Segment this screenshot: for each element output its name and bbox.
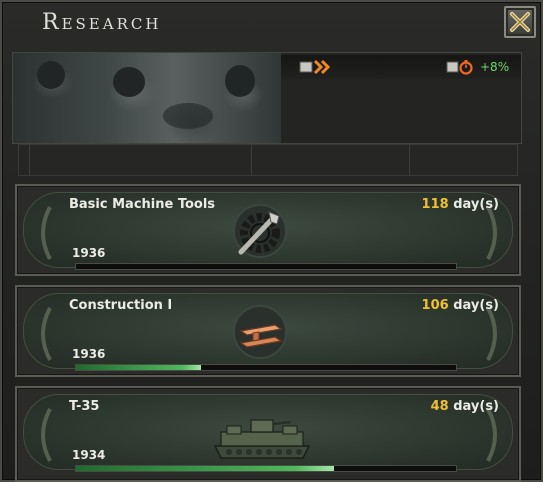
tech-year: 1936 xyxy=(72,246,106,260)
tech-days-remaining: 48 day(s) xyxy=(431,399,499,414)
days-number: 106 xyxy=(421,298,449,313)
tech-year: 1934 xyxy=(72,448,106,462)
research-banner-footer xyxy=(18,144,518,176)
research-bonus-value: +8% xyxy=(480,60,510,74)
tech-name: T-35 xyxy=(69,399,100,414)
research-banner: +8% xyxy=(12,52,522,144)
research-progress-bar xyxy=(75,465,457,472)
tech-name: Basic Machine Tools xyxy=(69,197,216,212)
tech-name: Construction I xyxy=(69,298,173,313)
laurel-icon xyxy=(486,206,497,260)
days-number: 118 xyxy=(421,197,449,212)
laurel-icon xyxy=(41,307,52,361)
research-progress-fill xyxy=(76,365,202,370)
days-unit: day(s) xyxy=(453,197,499,212)
research-window: Research +8% Basic Machine Tools 118 day… xyxy=(0,0,543,482)
research-banner-image xyxy=(13,53,281,143)
research-slot[interactable]: T-35 48 day(s) 1934 xyxy=(15,386,521,482)
research-progress-bar xyxy=(75,364,457,371)
laurel-icon xyxy=(486,408,497,462)
laurel-icon xyxy=(41,408,52,462)
research-bonus-indicator[interactable]: +8% xyxy=(446,59,509,75)
research-status-bar: +8% xyxy=(281,55,521,79)
tech-days-remaining: 118 day(s) xyxy=(422,197,499,212)
close-button[interactable] xyxy=(504,6,536,38)
days-unit: day(s) xyxy=(453,298,499,313)
tech-days-remaining: 106 day(s) xyxy=(422,298,499,313)
research-speed-arrows-icon xyxy=(299,59,331,75)
laurel-icon xyxy=(486,307,497,361)
close-icon xyxy=(510,12,530,32)
research-bonus-timer-icon xyxy=(446,60,473,75)
research-slot[interactable]: Construction I 106 day(s) 1936 xyxy=(15,285,521,377)
days-unit: day(s) xyxy=(453,399,499,414)
research-progress-fill xyxy=(76,466,335,471)
days-number: 48 xyxy=(430,399,449,414)
window-title: Research xyxy=(42,10,162,35)
machine-tools-wrench-gear-icon xyxy=(233,204,287,258)
t35-tank-icon xyxy=(213,419,311,459)
construction-girder-icon xyxy=(233,305,287,359)
title-bar: Research xyxy=(2,2,541,48)
research-slot[interactable]: Basic Machine Tools 118 day(s) 1936 xyxy=(15,184,521,276)
laurel-icon xyxy=(41,206,52,260)
research-progress-bar xyxy=(75,263,457,270)
research-speed-indicator[interactable] xyxy=(299,59,335,75)
tech-year: 1936 xyxy=(72,347,106,361)
